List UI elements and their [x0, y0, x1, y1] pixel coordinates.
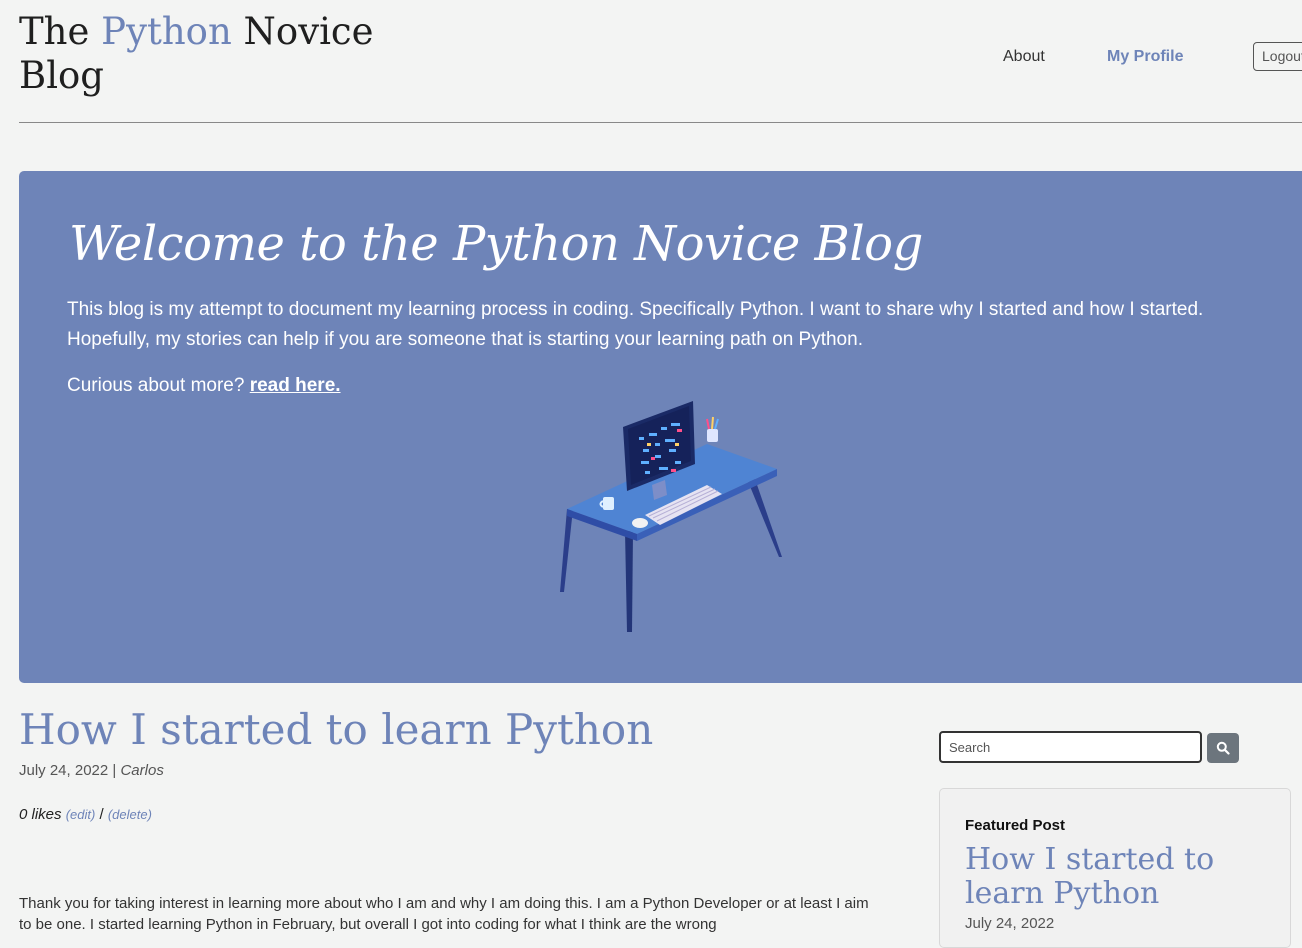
hero-banner: Welcome to the Python Novice Blog This b…	[19, 171, 1302, 683]
post-title[interactable]: How I started to learn Python	[19, 702, 653, 758]
post-author: Carlos	[120, 762, 164, 779]
edit-post-link[interactable]: (edit)	[66, 807, 96, 822]
post-body: Thank you for taking interest in learnin…	[19, 895, 869, 933]
hero-more-prefix: Curious about more?	[67, 375, 250, 396]
hero-description: This blog is my attempt to document my l…	[67, 299, 1204, 350]
likes-count: 0 likes	[19, 806, 62, 823]
nav-profile-link[interactable]: My Profile	[1107, 48, 1183, 66]
featured-label: Featured Post	[965, 817, 1066, 834]
search-input[interactable]	[939, 731, 1202, 763]
brand-word-python: Python	[101, 10, 232, 53]
post-likes: 0 likes (edit) / (delete)	[19, 806, 152, 823]
brand-word-blog: Blog	[19, 54, 104, 97]
hero-more: Curious about more? read here.	[67, 371, 341, 401]
post-meta-separator: |	[108, 762, 121, 779]
post-meta: July 24, 2022 | Carlos	[19, 762, 164, 779]
read-here-link[interactable]: read here.	[250, 375, 341, 396]
logout-button[interactable]: Logout	[1253, 42, 1302, 71]
post-date: July 24, 2022	[19, 762, 109, 779]
site-brand[interactable]: The Python Novice Blog	[19, 10, 379, 98]
search-button[interactable]	[1207, 733, 1239, 763]
brand-word-novice: Novice	[231, 10, 374, 53]
header-divider	[19, 122, 1302, 123]
desk-illustration	[560, 401, 782, 632]
hero-title: Welcome to the Python Novice Blog	[69, 216, 923, 272]
search-icon	[1216, 741, 1230, 755]
brand-word-the: The	[19, 10, 102, 53]
nav-about-link[interactable]: About	[1003, 48, 1045, 66]
delete-post-link[interactable]: (delete)	[108, 807, 152, 822]
featured-post-date: July 24, 2022	[965, 915, 1055, 932]
featured-post-title[interactable]: How I started to learn Python	[965, 843, 1285, 911]
action-separator: /	[95, 806, 108, 823]
featured-post-card: Featured Post How I started to learn Pyt…	[939, 788, 1291, 948]
